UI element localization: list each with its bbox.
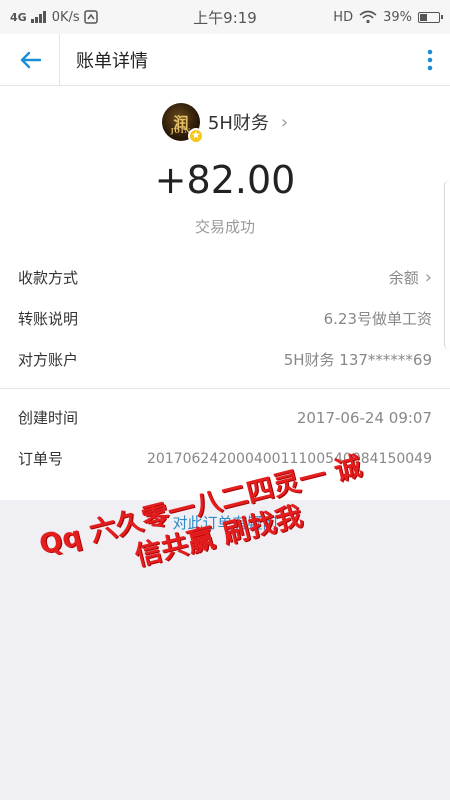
network-speed: 0K/s xyxy=(51,9,80,25)
battery-percent: 39% xyxy=(383,9,412,25)
battery-fill xyxy=(420,13,427,21)
transaction-status: 交易成功 xyxy=(194,218,255,236)
detail-row-payment-method[interactable]: 收款方式 余额 › xyxy=(0,257,450,298)
back-arrow-icon xyxy=(20,51,41,68)
status-left: 4G 0K/s xyxy=(10,10,98,25)
detail-value-text: 余额 xyxy=(388,269,419,287)
detail-value: 6.23号做单工资 xyxy=(323,310,432,328)
divider xyxy=(0,388,450,389)
hd-indicator: HD xyxy=(333,9,354,25)
transaction-amount: +82.00 xyxy=(154,158,296,202)
detail-label: 对方账户 xyxy=(18,351,79,369)
detail-row-counterparty: 对方账户 5H财务 137******69 xyxy=(0,339,450,380)
detail-label: 订单号 xyxy=(18,450,64,468)
battery-icon xyxy=(418,11,443,23)
status-bar: 4G 0K/s 上午9:19 HD 39% xyxy=(0,0,450,34)
detail-value: 余额 › xyxy=(389,267,432,288)
app-bar: 账单详情 xyxy=(0,33,450,86)
detail-label: 收款方式 xyxy=(18,269,79,287)
payer-link[interactable]: 润 JOIN ★ 5H财务 › xyxy=(0,100,450,144)
back-button[interactable] xyxy=(0,33,60,86)
status-right: HD 39% xyxy=(333,9,443,25)
chevron-right-icon: › xyxy=(424,267,432,288)
network-type: 4G xyxy=(10,10,27,24)
avatar: 润 JOIN ★ xyxy=(161,103,204,144)
wifi-icon xyxy=(359,10,377,24)
chevron-right-icon: › xyxy=(280,111,289,133)
detail-label: 创建时间 xyxy=(18,409,79,427)
more-vertical-icon xyxy=(427,49,433,70)
notification-icon xyxy=(83,10,98,24)
signal-icon xyxy=(30,11,46,23)
detail-label: 转账说明 xyxy=(18,310,79,328)
detail-value: 5H财务 137******69 xyxy=(283,351,432,369)
more-button[interactable] xyxy=(410,34,450,86)
payer-name: 5H财务 xyxy=(207,113,269,134)
detail-row-transfer-note: 转账说明 6.23号做单工资 xyxy=(0,298,450,339)
page-title: 账单详情 xyxy=(76,50,148,72)
detail-row-created-time: 创建时间 2017-06-24 09:07 xyxy=(0,397,450,438)
star-badge-icon: ★ xyxy=(187,128,204,144)
scrollbar[interactable] xyxy=(444,180,450,350)
detail-value: 2017-06-24 09:07 xyxy=(296,408,432,427)
